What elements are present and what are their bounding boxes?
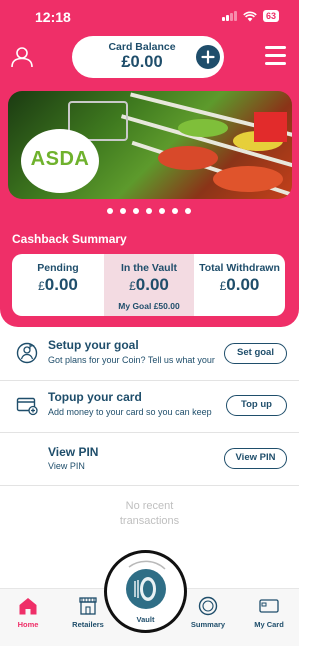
- vault-column[interactable]: In the Vault £0.00 My Goal £50.00: [104, 254, 194, 316]
- battery-icon: 63: [262, 10, 279, 22]
- retailer-banner[interactable]: ASDA: [8, 91, 292, 199]
- setup-goal-row[interactable]: Setup your goal Got plans for your Coin?…: [0, 329, 299, 381]
- setup-goal-subtitle: Got plans for your Coin? Tell us what yo…: [48, 355, 215, 365]
- top-up-button[interactable]: Top up: [226, 395, 287, 416]
- asda-logo-text: ASDA: [30, 148, 90, 170]
- tab-home[interactable]: Home: [3, 595, 53, 629]
- withdrawn-column[interactable]: Total Withdrawn £0.00: [194, 254, 285, 316]
- tab-my-card[interactable]: My Card: [244, 595, 294, 629]
- status-time: 12:18: [35, 9, 71, 25]
- status-bar: 12:18 63: [0, 0, 299, 34]
- card-balance-label: Card Balance: [108, 41, 176, 53]
- asda-logo: ASDA: [21, 129, 99, 193]
- cashback-summary-title: Cashback Summary: [12, 232, 127, 246]
- vault-value: £0.00: [129, 275, 169, 294]
- topup-title: Topup your card: [48, 390, 142, 404]
- add-funds-button[interactable]: [196, 45, 220, 69]
- tab-summary[interactable]: Summary: [183, 595, 233, 629]
- tab-retailers-label: Retailers: [72, 620, 104, 629]
- summary-icon: [198, 596, 218, 616]
- carousel-dots[interactable]: [107, 208, 191, 214]
- withdrawn-label: Total Withdrawn: [199, 262, 280, 274]
- card-balance-pill[interactable]: Card Balance £0.00: [72, 36, 224, 78]
- cashback-summary-card: Pending £0.00 In the Vault £0.00 My Goal…: [12, 254, 285, 316]
- view-pin-title: View PIN: [48, 445, 99, 459]
- red-marker: [254, 112, 287, 142]
- view-pin-button[interactable]: View PIN: [224, 448, 287, 469]
- no-transactions-message: No recent transactions: [119, 500, 180, 527]
- carousel-dot[interactable]: [146, 208, 152, 214]
- set-goal-button[interactable]: Set goal: [224, 343, 287, 364]
- topup-subtitle: Add money to your card so you can keep: [48, 407, 212, 417]
- pending-column[interactable]: Pending £0.00: [12, 254, 104, 316]
- profile-button[interactable]: [10, 45, 34, 69]
- withdrawn-value: £0.00: [219, 275, 260, 294]
- tab-vault-label: Vault: [136, 615, 155, 624]
- user-icon: [11, 47, 33, 68]
- hero-header: 12:18 63 Card Balance £0.00 ASDA Cashbac…: [0, 0, 299, 327]
- tab-vault[interactable]: Vault: [104, 550, 187, 633]
- carousel-dot[interactable]: [120, 208, 126, 214]
- setup-goal-title: Setup your goal: [48, 338, 139, 352]
- home-icon: [19, 598, 37, 615]
- carousel-dot[interactable]: [185, 208, 191, 214]
- view-pin-subtitle: View PIN: [48, 461, 85, 471]
- vault-coin-icon: [126, 569, 166, 609]
- status-icons: 63: [221, 10, 279, 22]
- signal-icon: [221, 11, 237, 21]
- carousel-dot[interactable]: [107, 208, 113, 214]
- pending-value: £0.00: [38, 275, 78, 294]
- menu-button[interactable]: [265, 45, 287, 65]
- topup-row[interactable]: Topup your card Add money to your card s…: [0, 381, 299, 433]
- tab-my-card-label: My Card: [254, 620, 284, 629]
- view-pin-row[interactable]: View PIN View PIN View PIN: [0, 433, 299, 486]
- card-icon: [259, 599, 279, 613]
- carousel-dot[interactable]: [172, 208, 178, 214]
- hamburger-icon: [265, 46, 286, 49]
- tab-summary-label: Summary: [190, 620, 226, 629]
- pending-label: Pending: [37, 262, 79, 274]
- store-icon: [79, 597, 97, 615]
- card-balance-value: £0.00: [121, 53, 163, 71]
- goal-icon: [16, 342, 38, 364]
- vault-label: In the Vault: [120, 262, 177, 274]
- plus-icon: [201, 50, 215, 64]
- wifi-icon: [243, 11, 257, 21]
- carousel-dot[interactable]: [159, 208, 165, 214]
- carousel-dot[interactable]: [133, 208, 139, 214]
- tab-home-label: Home: [17, 620, 39, 629]
- topup-card-icon: [16, 397, 38, 416]
- vault-goal: My Goal £50.00: [118, 301, 180, 311]
